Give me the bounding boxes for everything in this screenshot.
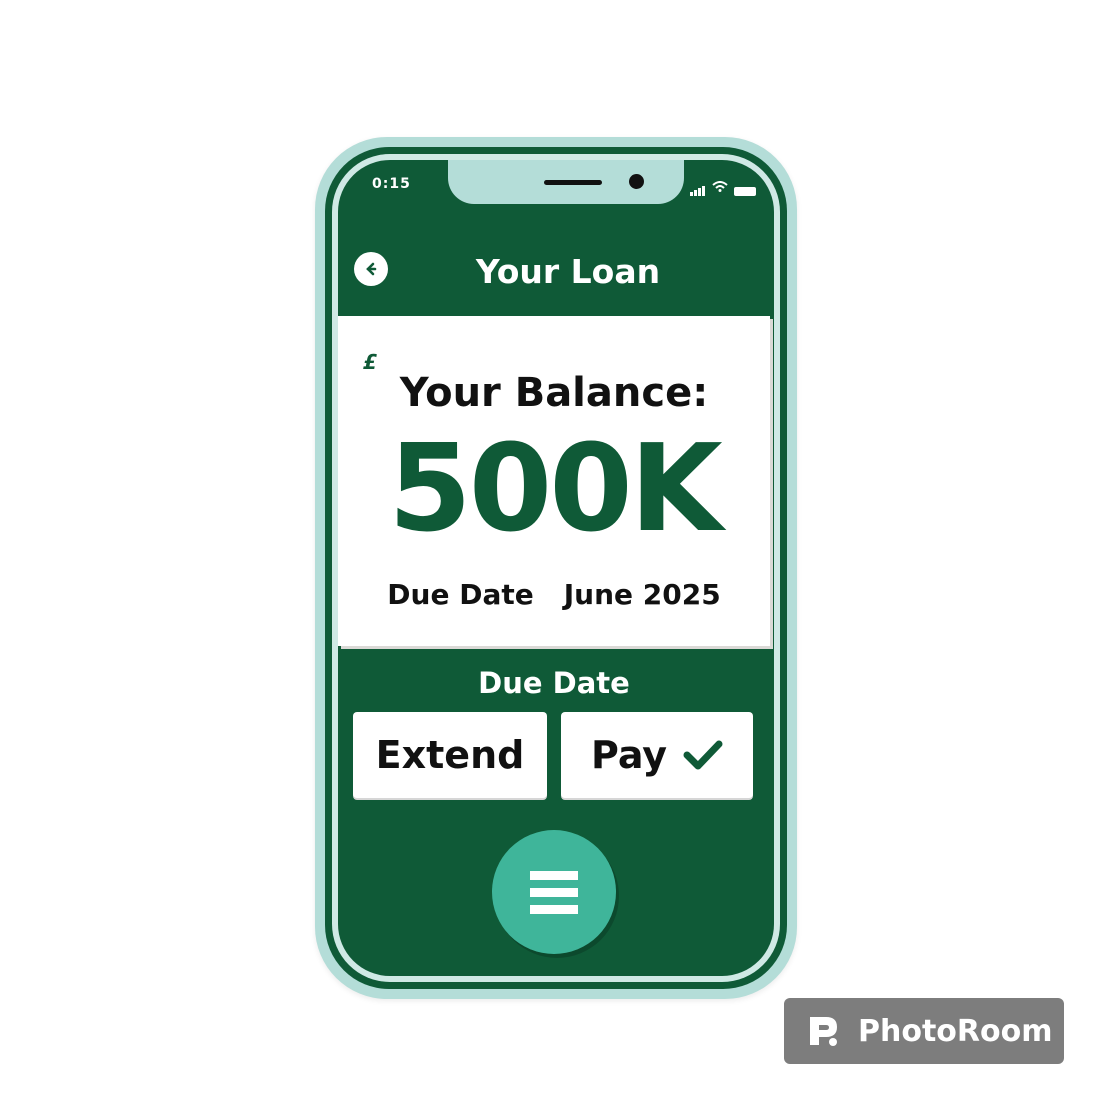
phone-frame: 0:15 Your Loan £ Your Balance: 500K Due …	[315, 137, 797, 999]
balance-amount: 500K	[388, 420, 722, 559]
extend-button-label: Extend	[375, 733, 525, 777]
hamburger-line	[530, 904, 578, 914]
hamburger-menu-icon	[530, 870, 578, 880]
phone-screen: 0:15 Your Loan £ Your Balance: 500K Due …	[338, 160, 774, 976]
check-icon	[683, 740, 723, 770]
due-date-label: Due Date	[387, 578, 534, 611]
balance-label: Your Balance:	[399, 370, 709, 416]
due-date-row: Due Date June 2025	[338, 578, 770, 611]
photoroom-logo-icon	[810, 1017, 837, 1046]
balance-card: £ Your Balance: 500K Due Date June 2025	[338, 316, 770, 646]
battery-icon	[734, 187, 756, 196]
notch	[448, 160, 684, 204]
menu-button[interactable]	[492, 830, 616, 954]
signal-icon	[690, 177, 706, 196]
back-button[interactable]	[354, 252, 388, 286]
wifi-icon	[712, 177, 728, 196]
phone-inner-rim: 0:15 Your Loan £ Your Balance: 500K Due …	[332, 154, 780, 982]
pay-button-label: Pay	[591, 733, 668, 777]
phone-bezel: 0:15 Your Loan £ Your Balance: 500K Due …	[325, 147, 787, 989]
speaker-grille	[544, 180, 602, 185]
status-time: 0:15	[372, 176, 411, 192]
page-title: Your Loan	[475, 252, 661, 291]
status-icons	[690, 177, 756, 196]
pay-button[interactable]: Pay	[561, 712, 753, 798]
arrow-left-icon	[366, 262, 377, 276]
watermark-text: PhotoRoom	[858, 1013, 1053, 1049]
photoroom-watermark: PhotoRoom	[784, 998, 1064, 1064]
extend-button[interactable]: Extend	[353, 712, 547, 798]
front-camera	[629, 174, 644, 189]
due-date-heading: Due Date	[478, 666, 630, 700]
hamburger-line	[530, 887, 578, 897]
due-date-value: June 2025	[563, 578, 721, 611]
